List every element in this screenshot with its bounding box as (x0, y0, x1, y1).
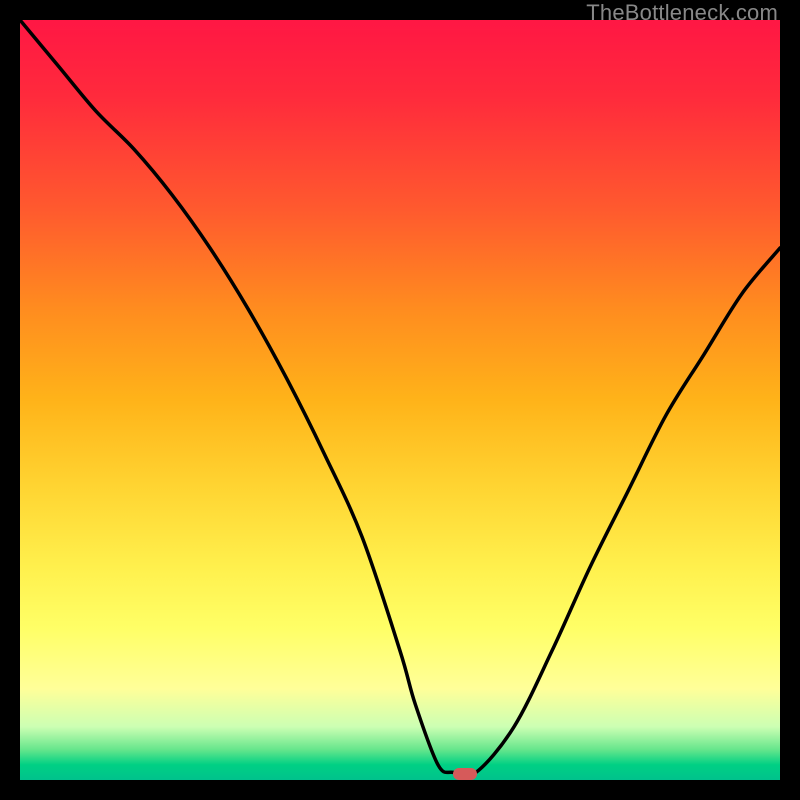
optimal-marker (453, 768, 477, 780)
bottleneck-curve (20, 20, 780, 776)
plot-area (20, 20, 780, 780)
curve-svg (20, 20, 780, 780)
chart-frame: TheBottleneck.com (0, 0, 800, 800)
